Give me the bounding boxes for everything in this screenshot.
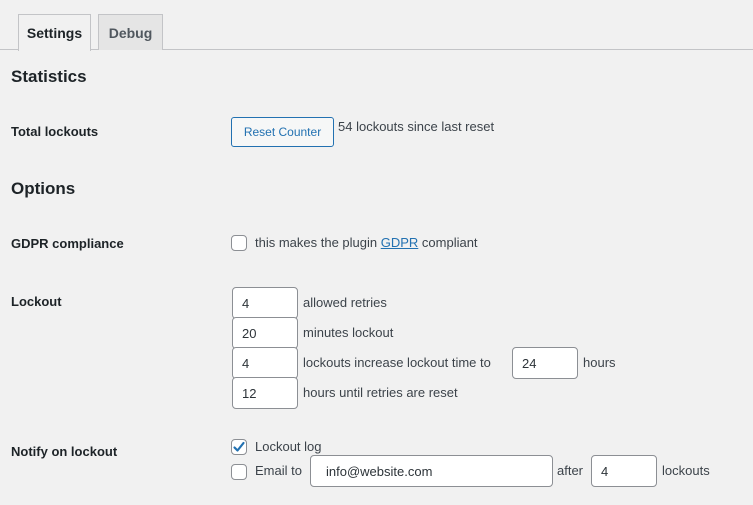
notify-label: Notify on lockout [11,444,118,459]
email-to-label: Email to [255,463,302,478]
tab-debug[interactable]: Debug [98,14,163,50]
email-input[interactable]: info@website.com [310,455,553,487]
statistics-heading: Statistics [11,67,87,86]
email-after-input[interactable]: 4 [591,455,657,487]
lockout-log-label: Lockout log [255,439,322,454]
gdpr-checkbox[interactable] [231,235,247,251]
email-after-label: after [557,463,584,478]
long-duration-input[interactable]: 24 [512,347,578,379]
tab-settings[interactable]: Settings [18,14,91,51]
options-heading: Options [11,179,76,198]
lockout-log-checkbox[interactable] [231,439,247,455]
allowed-retries-input[interactable]: 4 [232,287,298,319]
gdpr-label: GDPR compliance [11,236,124,251]
reset-counter-button[interactable]: Reset Counter [231,117,334,147]
long-duration-suffix: hours [583,355,616,370]
lockouts-increase-text: lockouts increase lockout time to [303,355,491,370]
gdpr-link[interactable]: GDPR [381,235,419,250]
gdpr-text-after: compliant [418,235,478,250]
lockout-label: Lockout [11,294,62,309]
gdpr-text-before: this makes the plugin [255,235,381,250]
checkmark-icon [233,441,245,452]
valid-duration-input[interactable]: 12 [232,377,298,409]
gdpr-description: this makes the plugin GDPR compliant [255,235,478,250]
lockouts-count-text: 54 lockouts since last reset [338,119,495,134]
minutes-lockout-input[interactable]: 20 [232,317,298,349]
minutes-lockout-suffix: minutes lockout [303,325,394,340]
allowed-retries-suffix: allowed retries [303,295,387,310]
lockouts-increase-input[interactable]: 4 [232,347,298,379]
tab-bar: Settings Debug [0,0,753,51]
valid-duration-suffix: hours until retries are reset [303,385,458,400]
email-checkbox[interactable] [231,464,247,480]
total-lockouts-label: Total lockouts [11,124,99,139]
email-lockouts-suffix: lockouts [662,463,710,478]
